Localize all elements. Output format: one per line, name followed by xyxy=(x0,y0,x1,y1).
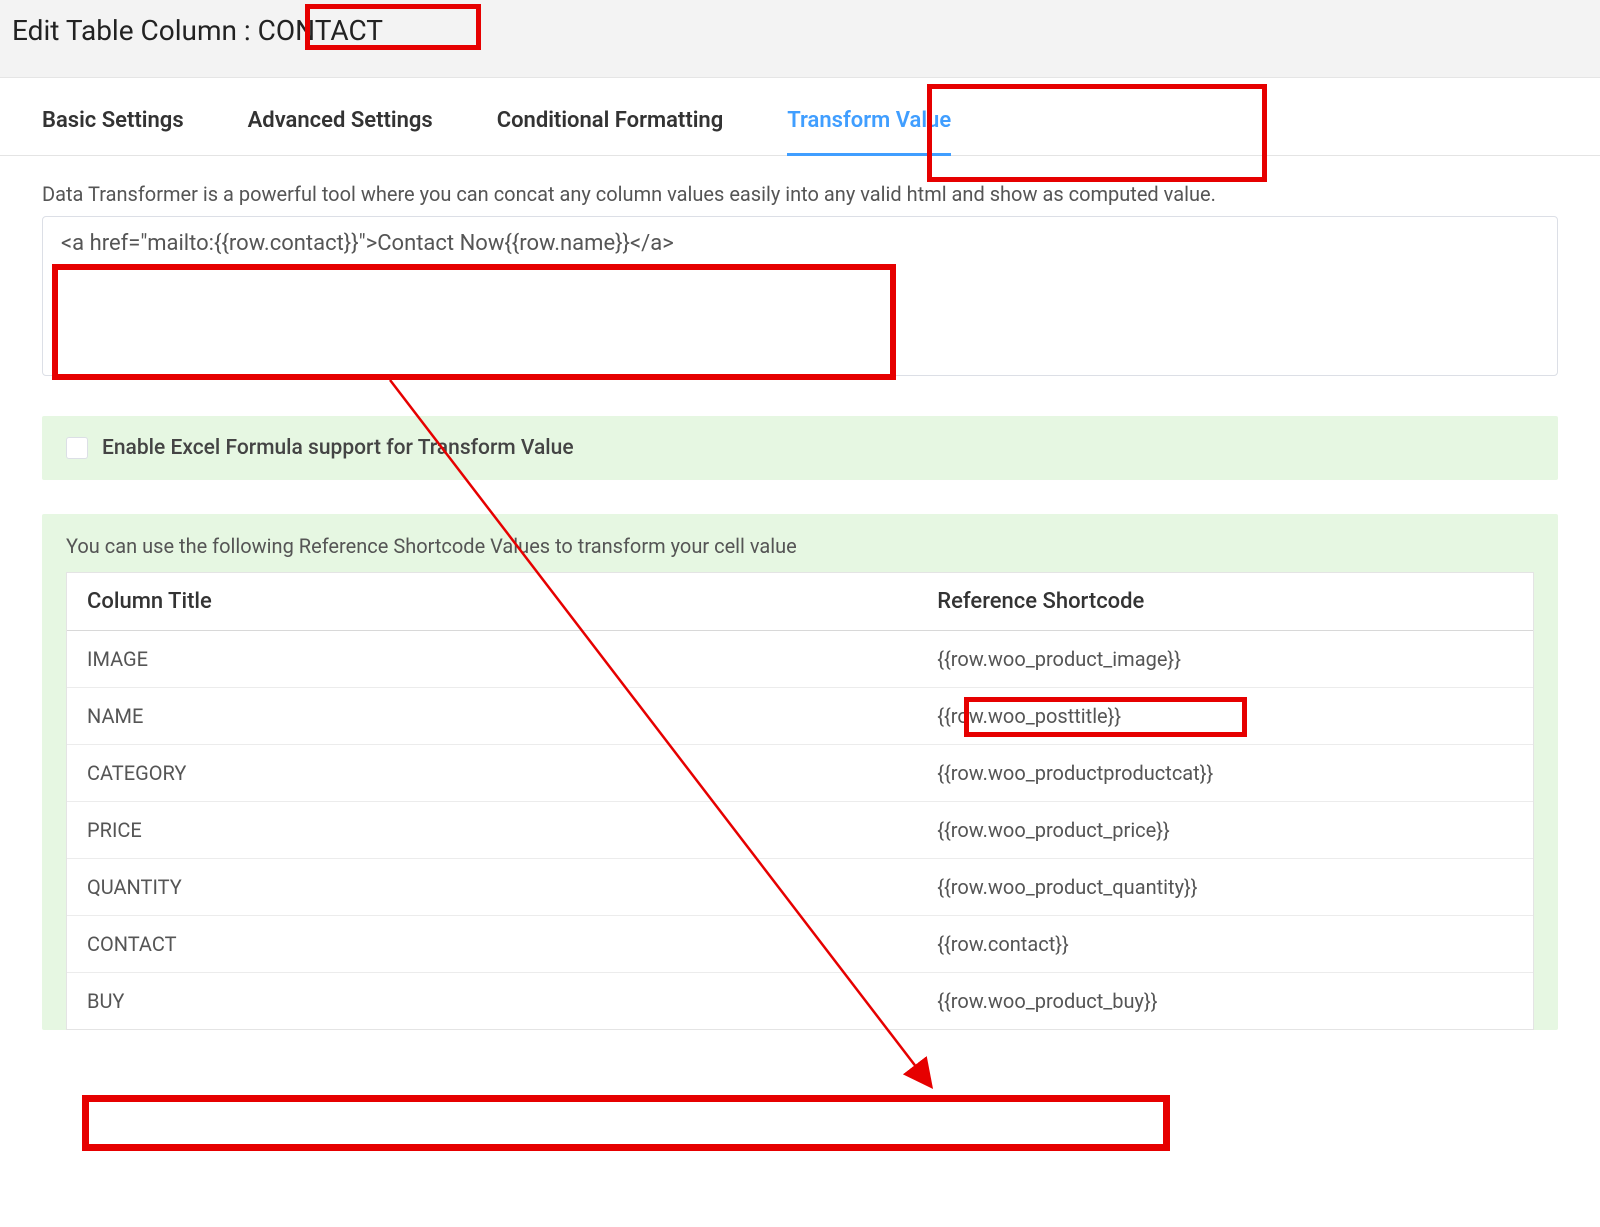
page-title-column-name: CONTACT xyxy=(258,14,383,47)
table-header-row: Column Title Reference Shortcode xyxy=(67,573,1533,631)
table-row: IMAGE {{row.woo_product_image}} xyxy=(67,631,1533,688)
cell-column-title: BUY xyxy=(67,973,917,1029)
tab-basic-settings[interactable]: Basic Settings xyxy=(42,108,184,155)
cell-column-title: QUANTITY xyxy=(67,859,917,915)
cell-column-title: NAME xyxy=(67,688,917,744)
reference-description: You can use the following Reference Shor… xyxy=(66,534,1534,558)
table-row: NAME {{row.woo_posttitle}} xyxy=(67,688,1533,745)
cell-shortcode: {{row.woo_posttitle}} xyxy=(917,688,1533,744)
table-row: CATEGORY {{row.woo_productproductcat}} xyxy=(67,745,1533,802)
transform-value-input[interactable]: <a href="mailto:{{row.contact}}">Contact… xyxy=(42,216,1558,376)
page-title-prefix: Edit Table Column : xyxy=(12,14,258,47)
cell-column-title: CONTACT xyxy=(67,916,917,972)
annotation-highlight xyxy=(82,1095,1170,1151)
excel-formula-checkbox[interactable] xyxy=(66,437,88,459)
cell-shortcode: {{row.woo_product_buy}} xyxy=(917,973,1533,1029)
table-row: QUANTITY {{row.woo_product_quantity}} xyxy=(67,859,1533,916)
cell-shortcode: {{row.woo_product_quantity}} xyxy=(917,859,1533,915)
table-header-column-title: Column Title xyxy=(67,573,917,630)
cell-column-title: CATEGORY xyxy=(67,745,917,801)
tab-conditional-formatting[interactable]: Conditional Formatting xyxy=(497,108,724,155)
excel-formula-panel: Enable Excel Formula support for Transfo… xyxy=(42,416,1558,480)
cell-shortcode: {{row.woo_product_image}} xyxy=(917,631,1533,687)
page-header: Edit Table Column : CONTACT xyxy=(0,0,1600,78)
cell-shortcode: {{row.woo_productproductcat}} xyxy=(917,745,1533,801)
excel-formula-label: Enable Excel Formula support for Transfo… xyxy=(102,436,574,460)
cell-shortcode: {{row.woo_product_price}} xyxy=(917,802,1533,858)
table-row: BUY {{row.woo_product_buy}} xyxy=(67,973,1533,1029)
cell-column-title: PRICE xyxy=(67,802,917,858)
table-header-reference-shortcode: Reference Shortcode xyxy=(917,573,1533,630)
table-row: PRICE {{row.woo_product_price}} xyxy=(67,802,1533,859)
tabs: Basic Settings Advanced Settings Conditi… xyxy=(0,78,1600,156)
tab-transform-value[interactable]: Transform Value xyxy=(787,108,951,155)
tab-advanced-settings[interactable]: Advanced Settings xyxy=(248,108,433,155)
transform-value-text: <a href="mailto:{{row.contact}}">Contact… xyxy=(61,231,674,269)
transform-description: Data Transformer is a powerful tool wher… xyxy=(42,182,1558,206)
reference-shortcode-panel: You can use the following Reference Shor… xyxy=(42,514,1558,1030)
reference-table: Column Title Reference Shortcode IMAGE {… xyxy=(66,572,1534,1030)
table-row: CONTACT {{row.contact}} xyxy=(67,916,1533,973)
cell-column-title: IMAGE xyxy=(67,631,917,687)
cell-shortcode: {{row.contact}} xyxy=(917,916,1533,972)
